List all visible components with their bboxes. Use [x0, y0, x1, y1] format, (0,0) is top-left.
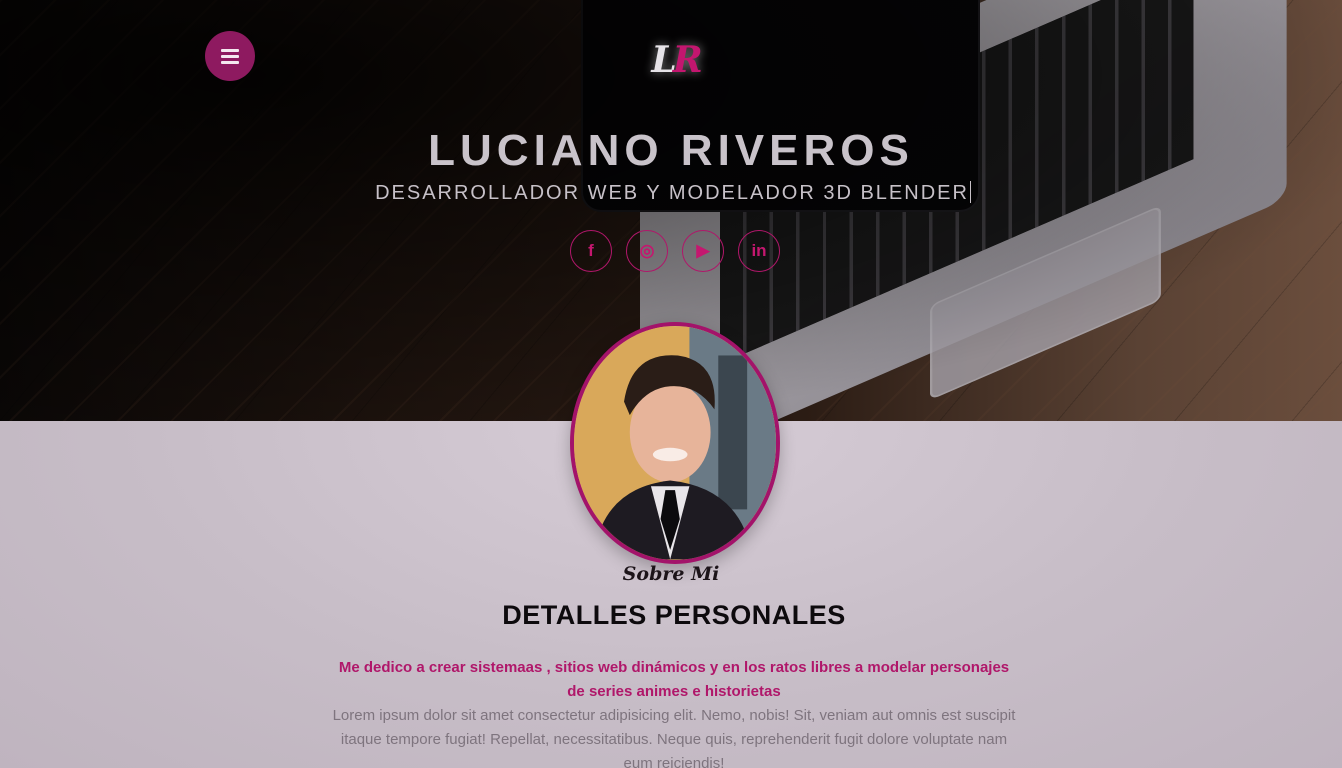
section-body: Lorem ipsum dolor sit amet consectetur a…	[332, 707, 1016, 768]
site-logo[interactable]: LR	[630, 30, 720, 90]
hero-name: LUCIANO RIVEROS	[428, 126, 914, 175]
facebook-icon[interactable]: f	[570, 230, 612, 272]
instagram-icon[interactable]: ◎	[626, 230, 668, 272]
youtube-icon[interactable]: ▶	[682, 230, 724, 272]
section-script-title: Sobre Mi	[622, 563, 720, 585]
hero-subtitle-text: DESARROLLADOR WEB Y MODELADOR 3D BLENDER	[375, 182, 969, 204]
menu-button[interactable]	[205, 31, 255, 81]
typing-cursor	[969, 181, 971, 203]
section-lead: Me dedico a crear sistemaas , sitios web…	[338, 659, 1010, 700]
section-heading: DETALLES PERSONALES	[502, 600, 846, 630]
profile-avatar	[570, 322, 780, 564]
linkedin-icon[interactable]: in	[738, 230, 780, 272]
profile-photo	[574, 326, 776, 560]
social-links: f ◎ ▶ in	[570, 230, 780, 272]
hero-subtitle: DESARROLLADOR WEB Y MODELADOR 3D BLENDER	[0, 181, 1342, 205]
logo-letter-l: L	[651, 39, 676, 81]
hamburger-icon	[221, 49, 239, 64]
logo-letter-r: R	[672, 39, 703, 81]
